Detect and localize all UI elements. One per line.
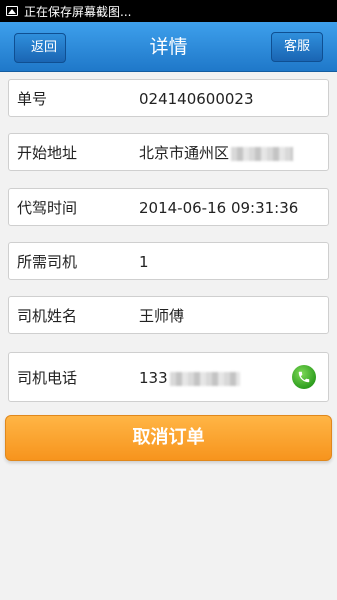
back-button-label: 返回 [30, 40, 57, 55]
status-text: 正在保存屏幕截图... [24, 4, 132, 19]
redacted-address-blur [231, 146, 294, 161]
drive-time-value: 2014-06-16 09:31:36 [139, 199, 299, 217]
driver-phone-label: 司机电话 [17, 369, 78, 387]
driver-name-row: 司机姓名 王师傅 [8, 296, 329, 334]
drivers-needed-value: 1 [139, 253, 149, 271]
driver-name-value: 王师傅 [139, 307, 185, 325]
start-address-label: 开始地址 [17, 144, 78, 162]
phone-call-icon[interactable] [292, 365, 316, 389]
customer-service-button[interactable]: 客服 [271, 32, 323, 62]
start-address-row: 开始地址 北京市通州区 [8, 133, 329, 171]
order-number-row: 单号 024140600023 [8, 79, 329, 117]
cancel-order-button[interactable]: 取消订单 [5, 415, 332, 461]
driver-name-label: 司机姓名 [17, 307, 78, 325]
order-number-value: 024140600023 [139, 90, 254, 108]
redacted-phone-blur [169, 371, 240, 386]
start-address-value: 北京市通州区 [139, 144, 230, 162]
back-button[interactable]: 返回 [14, 33, 66, 63]
status-bar: 正在保存屏幕截图... [0, 0, 337, 22]
driver-phone-row: 司机电话 133 [8, 352, 329, 402]
drive-time-row: 代驾时间 2014-06-16 09:31:36 [8, 188, 329, 226]
drivers-needed-row: 所需司机 1 [8, 242, 329, 280]
order-number-label: 单号 [17, 90, 48, 108]
image-icon [6, 6, 18, 16]
start-address-value-wrap: 北京市通州区 [139, 134, 294, 172]
drivers-needed-label: 所需司机 [17, 253, 78, 271]
drive-time-label: 代驾时间 [17, 199, 78, 217]
navigation-bar: 详情 返回 客服 [0, 22, 337, 72]
driver-phone-value-wrap: 133 [139, 353, 240, 403]
driver-phone-value: 133 [139, 369, 168, 387]
